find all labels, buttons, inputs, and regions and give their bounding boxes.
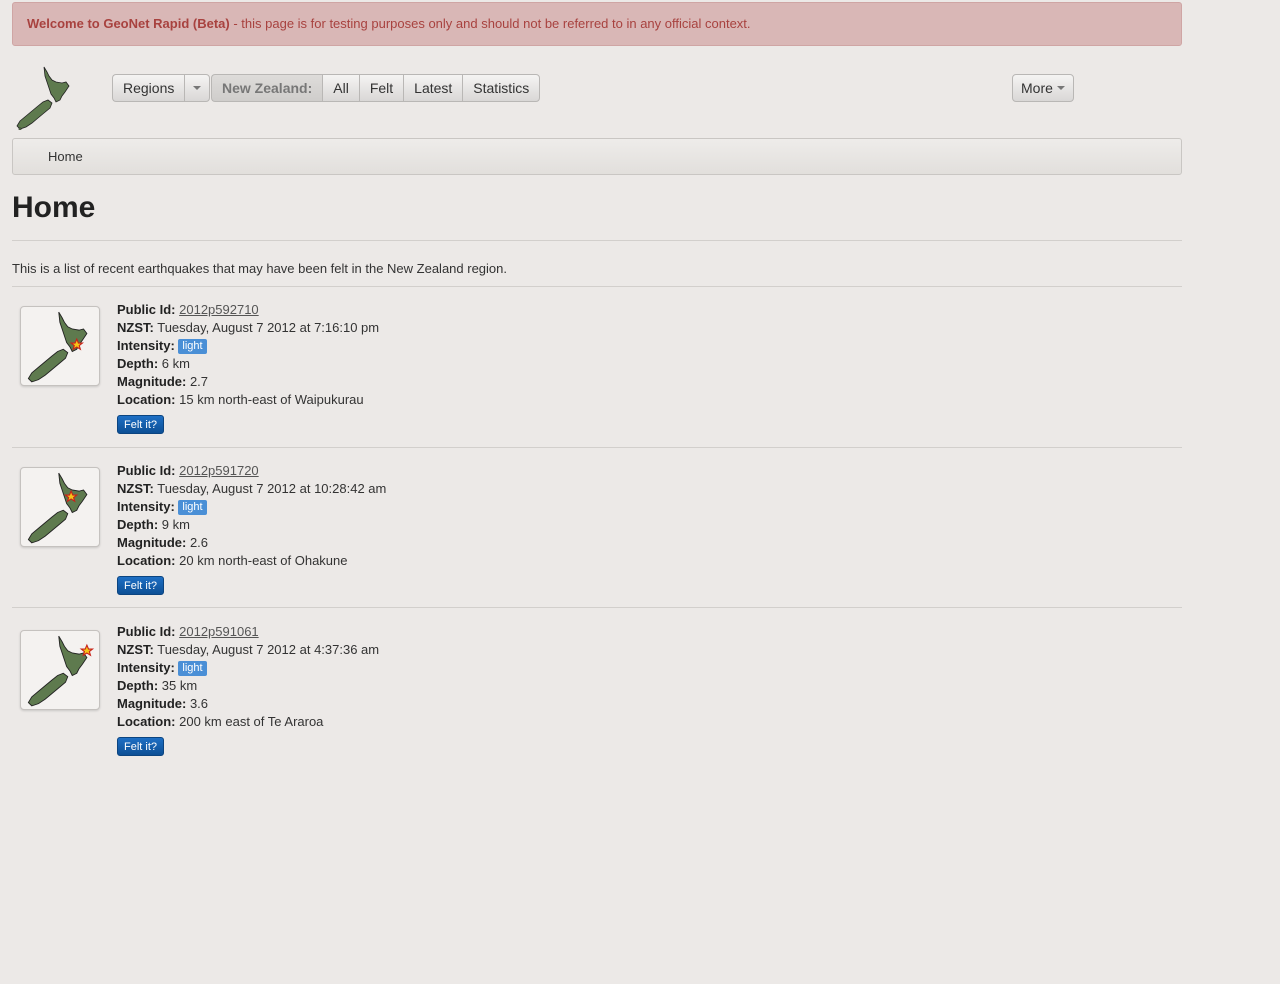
quake-depth: 35 km [161, 678, 198, 693]
page-intro: This is a list of recent earthquakes tha… [12, 261, 507, 276]
intensity-badge: light [178, 500, 207, 515]
felt-it-button[interactable]: Felt it? [117, 576, 165, 595]
quake-list-item: Public Id: 2012p591061 NZST: Tuesday, Au… [12, 608, 1182, 768]
breadcrumb: Home [12, 138, 1182, 175]
quake-magnitude: 2.7 [189, 374, 209, 389]
quake-location: 200 km east of Te Araroa [179, 714, 324, 729]
quake-magnitude: 2.6 [189, 535, 209, 550]
public-id-label: Public Id: [117, 302, 176, 317]
quake-time: Tuesday, August 7 2012 at 10:28:42 am [157, 481, 387, 496]
geonet-logo[interactable] [16, 66, 76, 131]
magnitude-label: Magnitude: [117, 696, 187, 711]
public-id-label: Public Id: [117, 463, 176, 478]
quake-depth: 6 km [161, 356, 190, 371]
location-label: Location: [117, 714, 176, 729]
public-id-link[interactable]: 2012p591720 [179, 463, 259, 478]
quake-map-thumbnail[interactable] [20, 467, 100, 547]
breadcrumb-home[interactable]: Home [48, 149, 83, 164]
nav-latest-button[interactable]: Latest [403, 74, 463, 102]
new-zealand-nav: New Zealand: All Felt Latest Statistics [211, 74, 541, 102]
location-label: Location: [117, 392, 176, 407]
public-id-link[interactable]: 2012p591061 [179, 624, 259, 639]
page-title: Home [12, 191, 96, 224]
felt-it-button[interactable]: Felt it? [117, 415, 165, 434]
intensity-label: Intensity: [117, 499, 175, 514]
more-dropdown[interactable]: More [1012, 74, 1074, 102]
alert-title: Welcome to GeoNet Rapid (Beta) [27, 16, 230, 31]
chevron-down-icon [1056, 86, 1065, 91]
quake-list-item: Public Id: 2012p591720 NZST: Tuesday, Au… [12, 447, 1182, 607]
quake-location-map-icon [27, 472, 88, 544]
quake-location: 20 km north-east of Ohakune [179, 553, 348, 568]
quake-list-item: Public Id: 2012p592710 NZST: Tuesday, Au… [12, 286, 1182, 446]
regions-button[interactable]: Regions [112, 74, 185, 102]
intensity-label: Intensity: [117, 338, 175, 353]
quake-location-map-icon [27, 311, 88, 383]
felt-it-button[interactable]: Felt it? [117, 737, 165, 756]
chevron-down-icon [193, 86, 202, 91]
quake-time: Tuesday, August 7 2012 at 4:37:36 am [157, 642, 380, 657]
public-id-label: Public Id: [117, 624, 176, 639]
location-label: Location: [117, 553, 176, 568]
depth-label: Depth: [117, 517, 159, 532]
quake-location-map-icon [27, 635, 95, 707]
nzst-label: NZST: [117, 320, 154, 335]
nav-felt-button[interactable]: Felt [358, 74, 404, 102]
depth-label: Depth: [117, 678, 159, 693]
quake-magnitude: 3.6 [189, 696, 209, 711]
more-button[interactable]: More [1012, 74, 1074, 102]
nzst-label: NZST: [117, 642, 154, 657]
magnitude-label: Magnitude: [117, 374, 187, 389]
regions-toggle[interactable] [184, 74, 211, 102]
nzst-label: NZST: [117, 481, 154, 496]
divider [12, 240, 1182, 241]
more-label: More [1021, 80, 1053, 96]
quake-details: Public Id: 2012p592710 NZST: Tuesday, Au… [117, 301, 379, 434]
region-label: New Zealand: [211, 74, 323, 102]
public-id-link[interactable]: 2012p592710 [179, 302, 259, 317]
intensity-badge: light [178, 339, 207, 354]
nav-all-button[interactable]: All [322, 74, 359, 102]
quake-details: Public Id: 2012p591061 NZST: Tuesday, Au… [117, 623, 379, 756]
quake-location: 15 km north-east of Waipukurau [179, 392, 364, 407]
quake-depth: 9 km [161, 517, 190, 532]
intensity-label: Intensity: [117, 660, 175, 675]
depth-label: Depth: [117, 356, 159, 371]
regions-dropdown[interactable]: Regions [112, 74, 211, 102]
new-zealand-map-icon [16, 66, 70, 131]
nav-statistics-button[interactable]: Statistics [462, 74, 541, 102]
intensity-badge: light [178, 661, 207, 676]
quake-map-thumbnail[interactable] [20, 630, 100, 710]
alert-message: - this page is for testing purposes only… [229, 16, 751, 31]
quake-time: Tuesday, August 7 2012 at 7:16:10 pm [157, 320, 380, 335]
beta-alert: Welcome to GeoNet Rapid (Beta) - this pa… [12, 2, 1182, 46]
quake-details: Public Id: 2012p591720 NZST: Tuesday, Au… [117, 462, 386, 595]
magnitude-label: Magnitude: [117, 535, 187, 550]
quake-map-thumbnail[interactable] [20, 306, 100, 386]
